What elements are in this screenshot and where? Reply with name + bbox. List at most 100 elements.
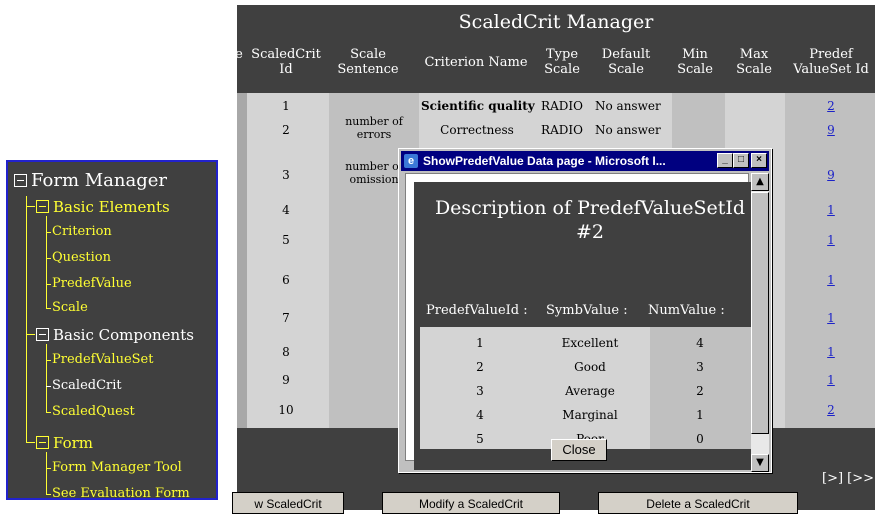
cell-predefvalueid: 1 xyxy=(476,336,484,350)
popup-titlebar[interactable]: e ShowPredefValue Data page - Microsoft … xyxy=(401,151,769,171)
scroll-up-arrow-icon[interactable]: ▲ xyxy=(751,173,769,191)
cell-numvalue: 0 xyxy=(696,432,704,446)
column-header-symbvalue: SymbValue : xyxy=(546,303,628,318)
cell-numvalue: 4 xyxy=(696,336,704,350)
internet-explorer-icon: e xyxy=(404,154,418,168)
cell-scaledcrit-id: 8 xyxy=(282,345,290,359)
cell-predefvalueid: 4 xyxy=(476,408,484,422)
cell-scaledcrit-id: 10 xyxy=(278,403,294,417)
table-header: e ScaledCrit Id Scale Sentence Criterion… xyxy=(235,41,875,93)
column-header-type-scale: Type Scale xyxy=(544,47,580,77)
tree-item-question[interactable]: Question xyxy=(52,250,111,265)
cell-symbvalue: Marginal xyxy=(562,408,618,422)
cell-scaledcrit-id: 7 xyxy=(282,311,290,325)
cell-scale-sentence: number of errors xyxy=(345,115,403,141)
tree-root[interactable]: Form Manager xyxy=(14,170,167,191)
cell-scaledcrit-id: 3 xyxy=(282,168,290,182)
add-scaledcrit-button[interactable]: w ScaledCrit xyxy=(232,492,344,514)
cell-symbvalue: Average xyxy=(565,384,615,398)
tree-group-label: Form xyxy=(53,434,94,452)
pager-next-links[interactable]: [>] [>> xyxy=(822,471,874,486)
popup-scrollbar[interactable]: ▲ ▼ xyxy=(751,173,769,472)
collapse-box-icon[interactable] xyxy=(36,200,49,213)
cell-predef-valueset-link[interactable]: 9 xyxy=(787,168,875,182)
cell-symbvalue: Good xyxy=(574,360,606,374)
cell-default-scale: No answer xyxy=(595,99,661,113)
cell-numvalue: 2 xyxy=(696,384,704,398)
close-button[interactable]: Close xyxy=(551,439,607,461)
tree-root-label: Form Manager xyxy=(31,170,168,191)
maximize-button[interactable]: □ xyxy=(733,153,749,168)
form-manager-tree: Form Manager Basic Elements Criterion Qu… xyxy=(6,160,218,501)
table-row: 4 Marginal 1 xyxy=(420,403,760,427)
modify-scaledcrit-button[interactable]: Modify a ScaledCrit xyxy=(382,492,560,514)
column-header-max-scale: Max Scale xyxy=(736,47,772,77)
tree-item-form-manager-tool[interactable]: Form Manager Tool xyxy=(52,460,182,475)
popup-table-header: PredefValueId : SymbValue : NumValue : xyxy=(420,297,760,325)
tree-item-scale[interactable]: Scale xyxy=(52,300,88,315)
cell-predef-valueset-link[interactable]: 1 xyxy=(787,203,875,217)
tree-group-basic-components[interactable]: Basic Components xyxy=(36,326,194,344)
collapse-box-icon[interactable] xyxy=(36,328,49,341)
cell-criterion-name: Scientific quality xyxy=(421,99,535,113)
table-row: 2 Good 3 xyxy=(420,355,760,379)
cell-predef-valueset-link[interactable]: 1 xyxy=(787,373,875,387)
cell-predefvalueid: 5 xyxy=(476,432,484,446)
cell-scaledcrit-id: 9 xyxy=(282,373,290,387)
tree-item-see-evaluation-form[interactable]: See Evaluation Form xyxy=(52,486,190,501)
tree-item-criterion[interactable]: Criterion xyxy=(52,224,112,239)
cell-predef-valueset-link[interactable]: 2 xyxy=(787,99,875,113)
tree-item-scaledcrit[interactable]: ScaledCrit xyxy=(52,378,122,393)
cell-predef-valueset-link[interactable]: 1 xyxy=(787,273,875,287)
column-header-default-scale: Default Scale xyxy=(601,47,651,77)
cell-scaledcrit-id: 4 xyxy=(282,203,290,217)
cell-predefvalueid: 3 xyxy=(476,384,484,398)
cell-default-scale: No answer xyxy=(595,123,661,137)
cell-type-scale: RADIO xyxy=(541,123,583,137)
tree-connector xyxy=(26,442,35,443)
cell-criterion-name: Correctness xyxy=(440,123,514,137)
scroll-down-arrow-icon[interactable]: ▼ xyxy=(751,454,769,472)
cell-type-scale: RADIO xyxy=(541,99,583,113)
cell-symbvalue: Excellent xyxy=(561,336,619,350)
popup-heading-line1: Description of PredefValueSetId xyxy=(434,197,746,219)
column-header-predefvalueid: PredefValueId : xyxy=(426,303,528,318)
cell-predef-valueset-link[interactable]: 9 xyxy=(787,123,875,137)
page-title: ScaledCrit Manager xyxy=(458,11,654,33)
collapse-box-icon[interactable] xyxy=(36,436,49,449)
close-window-button[interactable]: × xyxy=(751,153,767,168)
popup-title: ShowPredefValue Data page - Microsoft I.… xyxy=(423,154,666,168)
tree-group-label: Basic Elements xyxy=(53,198,170,216)
cell-numvalue: 1 xyxy=(696,408,704,422)
cell-predef-valueset-link[interactable]: 1 xyxy=(787,311,875,325)
popup-heading: Description of PredefValueSetId #2 xyxy=(420,186,760,258)
popup-table: 1Excellent42Good33Average24Marginal15Poo… xyxy=(420,327,760,449)
scroll-thumb[interactable] xyxy=(751,192,769,434)
column-header-min-scale: Min Scale xyxy=(677,47,713,77)
tree-group-label: Basic Components xyxy=(53,326,194,344)
clipped-column-header: e xyxy=(235,47,243,62)
tree-item-scaledquest[interactable]: ScaledQuest xyxy=(52,404,135,419)
cell-scaledcrit-id: 6 xyxy=(282,273,290,287)
predefvalue-popup-window: e ShowPredefValue Data page - Microsoft … xyxy=(398,148,772,473)
tree-connector xyxy=(26,334,35,335)
tree-item-predefvalueset[interactable]: PredefValueSet xyxy=(52,352,153,367)
tree-group-basic-elements[interactable]: Basic Elements xyxy=(36,198,170,216)
collapse-box-icon[interactable] xyxy=(14,174,27,187)
table-left-strip xyxy=(237,93,247,428)
tree-item-predefvalue[interactable]: PredefValue xyxy=(52,276,132,291)
tree-connector xyxy=(26,206,35,207)
tree-connector xyxy=(46,344,47,412)
cell-scaledcrit-id: 1 xyxy=(282,99,290,113)
predefvalue-panel: Description of PredefValueSetId #2 Prede… xyxy=(414,182,766,470)
popup-heading-line2: #2 xyxy=(575,221,604,243)
tree-connector xyxy=(46,452,47,494)
delete-scaledcrit-button[interactable]: Delete a ScaledCrit xyxy=(598,492,798,514)
cell-predef-valueset-link[interactable]: 2 xyxy=(787,403,875,417)
cell-scaledcrit-id: 2 xyxy=(282,123,290,137)
tree-group-form[interactable]: Form xyxy=(36,434,93,452)
column-header-scaledcrit-id: ScaledCrit Id xyxy=(251,47,321,77)
minimize-button[interactable]: _ xyxy=(717,153,733,168)
cell-predef-valueset-link[interactable]: 1 xyxy=(787,345,875,359)
cell-predef-valueset-link[interactable]: 1 xyxy=(787,233,875,247)
